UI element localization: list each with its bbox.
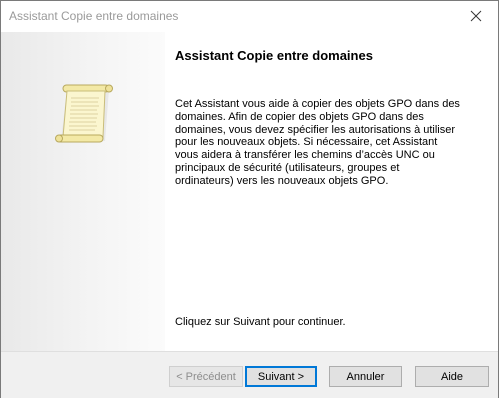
- wizard-side-panel: [1, 32, 165, 351]
- continue-instruction: Cliquez sur Suivant pour continuer.: [175, 316, 346, 328]
- next-button[interactable]: Suivant >: [245, 366, 317, 387]
- wizard-description: Cet Assistant vous aide à copier des obj…: [175, 98, 460, 187]
- help-button[interactable]: Aide: [415, 366, 489, 387]
- scroll-icon: [55, 84, 113, 143]
- window-title: Assistant Copie entre domaines: [9, 9, 179, 23]
- wizard-window: Assistant Copie entre domaines Assistant…: [0, 0, 499, 398]
- close-icon: [470, 10, 482, 22]
- cancel-button[interactable]: Annuler: [329, 366, 402, 387]
- wizard-content: Assistant Copie entre domaines Cet Assis…: [165, 32, 498, 351]
- previous-button[interactable]: < Précédent: [169, 366, 243, 387]
- button-bar: < Précédent Suivant > Annuler Aide: [1, 351, 498, 398]
- page-title: Assistant Copie entre domaines: [175, 48, 373, 63]
- close-button[interactable]: [454, 1, 498, 31]
- title-bar[interactable]: Assistant Copie entre domaines: [1, 1, 498, 32]
